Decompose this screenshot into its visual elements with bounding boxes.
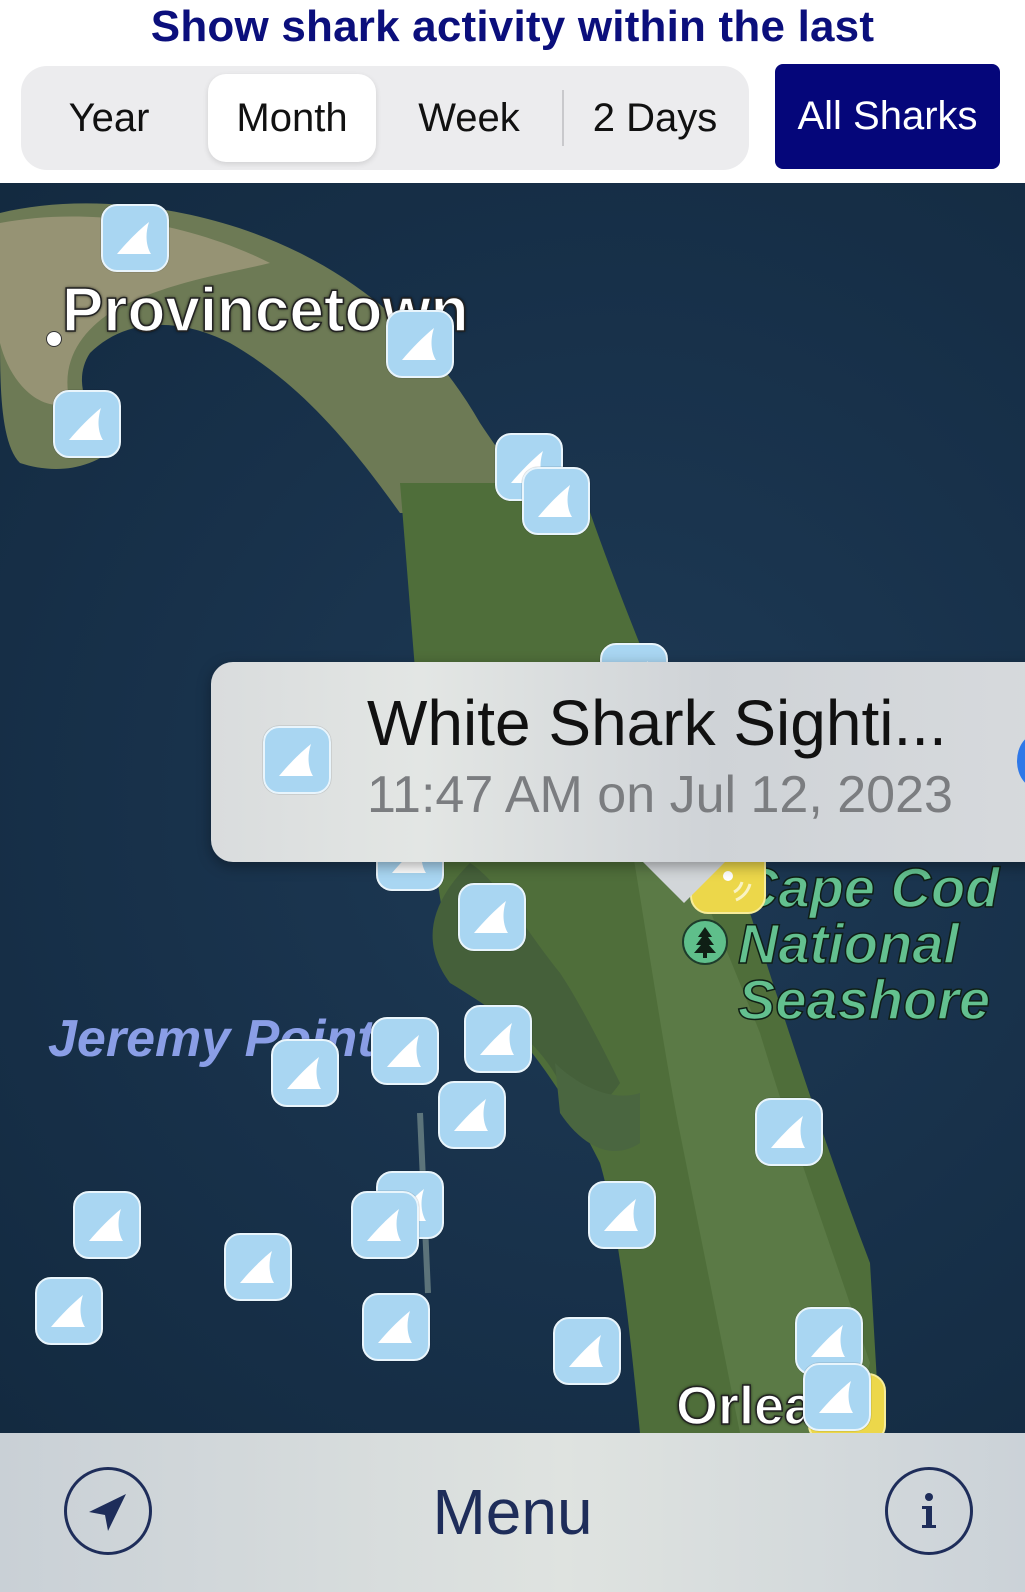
shark-fin-icon	[538, 485, 572, 517]
map-label-park-line1: Cape Cod	[737, 856, 1000, 919]
shark-fin-icon	[604, 1199, 638, 1231]
shark-fin-icon	[240, 1251, 274, 1283]
shark-sighting-marker[interactable]	[351, 1191, 419, 1259]
segment-month[interactable]: Month	[208, 74, 376, 162]
callout-detail-button[interactable]	[1017, 734, 1025, 788]
shark-fin-icon	[480, 1023, 514, 1055]
shark-sighting-marker[interactable]	[362, 1293, 430, 1361]
shark-fin-icon	[117, 222, 151, 254]
header: Show shark activity within the last Year…	[0, 0, 1025, 183]
provincetown-dot	[46, 331, 62, 347]
filter-title: Show shark activity within the last	[150, 2, 875, 51]
shark-sighting-marker[interactable]	[386, 310, 454, 378]
shark-fin-icon	[819, 1381, 853, 1413]
segment-divider	[562, 90, 564, 146]
shark-sighting-marker[interactable]	[371, 1017, 439, 1085]
sighting-callout[interactable]: White Shark Sighti... 11:47 AM on Jul 12…	[211, 662, 1025, 862]
segment-2-days[interactable]: 2 Days	[571, 66, 739, 170]
segment-year[interactable]: Year	[35, 66, 183, 170]
callout-pointer	[640, 859, 728, 903]
shark-fin-icon	[263, 726, 331, 794]
callout-timestamp: 11:47 AM on Jul 12, 2023	[367, 766, 953, 824]
shark-sighting-marker[interactable]	[73, 1191, 141, 1259]
map-view[interactable]: Provincetown Wellfleet Cape Cod National…	[0, 183, 1025, 1433]
time-range-segmented-control: Year Month Week 2 Days	[21, 66, 749, 170]
shark-fin-icon	[69, 408, 103, 440]
shark-sighting-marker[interactable]	[464, 1005, 532, 1073]
shark-sighting-marker[interactable]	[553, 1317, 621, 1385]
shark-sighting-marker[interactable]	[588, 1181, 656, 1249]
shark-fin-icon	[367, 1209, 401, 1241]
shark-fin-icon	[811, 1325, 845, 1357]
shark-sighting-marker[interactable]	[53, 390, 121, 458]
shark-sighting-marker[interactable]	[803, 1363, 871, 1431]
shark-fin-icon	[51, 1295, 85, 1327]
shark-sighting-marker[interactable]	[35, 1277, 103, 1345]
map-label-park-line2: National	[737, 912, 959, 975]
info-icon[interactable]	[885, 1467, 973, 1555]
shark-sighting-marker[interactable]	[755, 1098, 823, 1166]
shark-fin-icon	[89, 1209, 123, 1241]
shark-sighting-marker[interactable]	[271, 1039, 339, 1107]
all-sharks-button[interactable]: All Sharks	[775, 64, 1000, 169]
shark-fin-icon	[474, 901, 508, 933]
shark-sighting-marker[interactable]	[522, 467, 590, 535]
shark-fin-icon	[387, 1035, 421, 1067]
shark-fin-icon	[569, 1335, 603, 1367]
callout-title: White Shark Sighti...	[367, 687, 947, 759]
shark-fin-icon	[454, 1099, 488, 1131]
menu-button[interactable]: Menu	[0, 1433, 1025, 1592]
shark-fin-icon	[378, 1311, 412, 1343]
park-tree-icon[interactable]	[682, 919, 728, 965]
shark-fin-icon	[402, 328, 436, 360]
shark-sighting-marker[interactable]	[101, 204, 169, 272]
segment-week[interactable]: Week	[395, 66, 543, 170]
bottom-toolbar: Menu	[0, 1433, 1025, 1592]
map-label-park-line3: Seashore	[737, 968, 991, 1031]
shark-sighting-marker[interactable]	[224, 1233, 292, 1301]
shark-fin-icon	[771, 1116, 805, 1148]
shark-sighting-marker[interactable]	[438, 1081, 506, 1149]
shark-sighting-marker[interactable]	[458, 883, 526, 951]
shark-fin-icon	[287, 1057, 321, 1089]
